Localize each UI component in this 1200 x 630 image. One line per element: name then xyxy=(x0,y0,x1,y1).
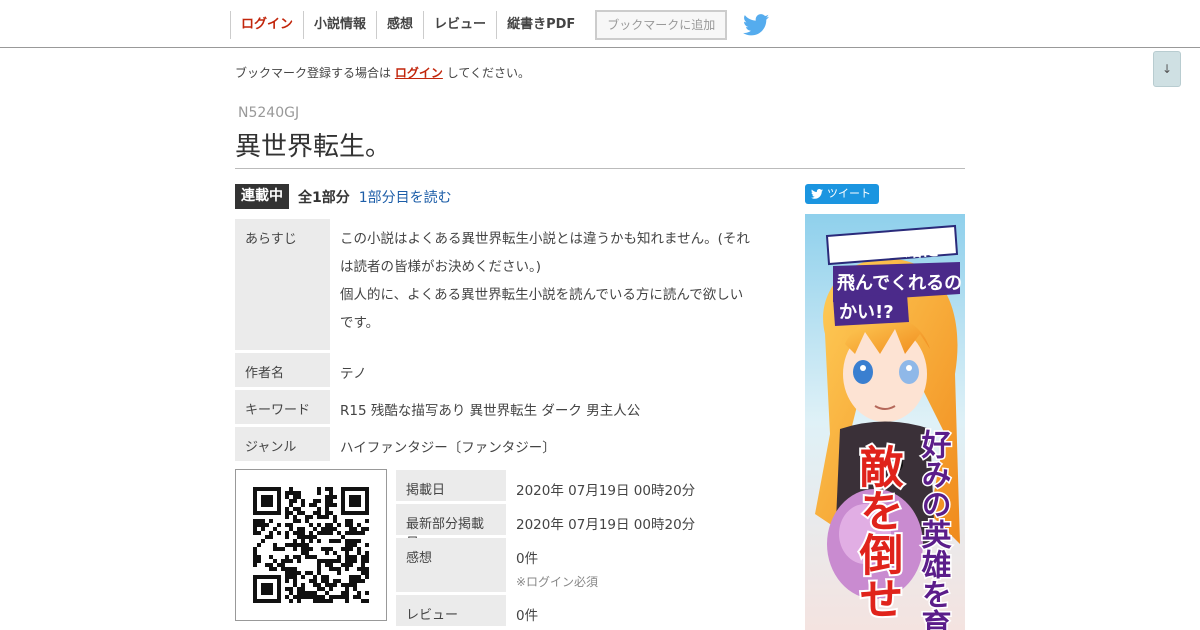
twitter-bird-icon xyxy=(811,189,823,199)
table-row: キーワード R15 残酷な描写あり 異世界転生 ダーク 男主人公 xyxy=(235,390,775,424)
scroll-down-button[interactable]: ↓ xyxy=(1153,51,1181,87)
review-label: レビュー xyxy=(396,595,506,626)
genre-label: ジャンル xyxy=(235,427,330,461)
novel-title: 異世界転生。 xyxy=(235,132,392,162)
advertisement-banner[interactable]: 司令も一緒に 飛んでくれるの かい!? 好みの英雄を育 敵を倒せ xyxy=(805,214,965,630)
notice-text-after: してください。 xyxy=(446,66,530,80)
notice-text-before: ブックマーク登録する場合は xyxy=(235,66,392,80)
summary-line: は読者の皆様がお決めください。) xyxy=(340,259,542,275)
tweet-button[interactable]: ツイート xyxy=(805,184,879,204)
latest-date-label: 最新部分掲載日 xyxy=(396,504,506,551)
genre-value: ハイファンタジー〔ファンタジー〕 xyxy=(340,440,556,456)
status-row: 連載中 全1部分 1部分目を読む xyxy=(235,184,452,209)
table-row: ジャンル ハイファンタジー〔ファンタジー〕 xyxy=(235,427,775,461)
bookmark-login-notice: ブックマーク登録する場合は ログイン してください。 xyxy=(235,64,530,81)
summary-text: この小説はよくある異世界転生小説とは違うかも知れません。(それ は読者の皆様がお… xyxy=(330,219,775,350)
summary-line: 個人的に、よくある異世界転生小説を読んでいる方に読んで欲しい xyxy=(340,287,744,303)
nav-impressions-link[interactable]: 感想 xyxy=(376,11,423,39)
title-divider xyxy=(235,168,965,169)
keyword-label: キーワード xyxy=(235,390,330,424)
table-row: 最新部分掲載日 2020年 07月19日 00時20分 xyxy=(396,504,776,551)
nav-review-link[interactable]: レビュー xyxy=(423,11,496,39)
review-count: 0件 xyxy=(516,608,539,624)
qr-code-image xyxy=(253,487,369,603)
keyword-list: R15 残酷な描写あり 異世界転生 ダーク 男主人公 xyxy=(340,403,641,419)
part-count: 全1部分 xyxy=(298,189,350,206)
summary-line: この小説はよくある異世界転生小説とは違うかも知れません。(それ xyxy=(340,231,750,247)
impressions-value: 0件 ※ログイン必須 xyxy=(506,538,776,592)
add-bookmark-button[interactable]: ブックマークに追加 xyxy=(595,10,728,40)
table-row: 作者名 テノ xyxy=(235,353,775,387)
author-label: 作者名 xyxy=(235,353,330,387)
login-required-note: ※ログイン必須 xyxy=(516,575,599,589)
notice-login-link[interactable]: ログイン xyxy=(395,66,443,80)
summary-label: あらすじ xyxy=(235,219,330,350)
published-date-value: 2020年 07月19日 00時20分 xyxy=(516,483,696,499)
ad-vertical-text-2: 敵を倒せ xyxy=(852,444,905,620)
tweet-label: ツイート xyxy=(827,187,871,200)
table-row: 感想 0件 ※ログイン必須 xyxy=(396,538,776,592)
latest-date-value: 2020年 07月19日 00時20分 xyxy=(516,517,696,533)
impressions-count: 0件 xyxy=(516,551,539,567)
nav-novel-info-link[interactable]: 小説情報 xyxy=(303,11,376,39)
twitter-icon[interactable] xyxy=(743,14,770,36)
published-date-label: 掲載日 xyxy=(396,470,506,501)
summary-line: です。 xyxy=(340,315,380,331)
ncode-label: N5240GJ xyxy=(238,105,300,121)
novel-info-table: あらすじ この小説はよくある異世界転生小説とは違うかも知れません。(それ は読者… xyxy=(235,219,775,464)
ad-vertical-text-1: 好みの英雄を育 xyxy=(916,429,953,630)
nav-login-link[interactable]: ログイン xyxy=(230,11,303,39)
ad-caption-line2: 飛んでくれるの xyxy=(837,273,962,294)
table-row: 掲載日 2020年 07月19日 00時20分 xyxy=(396,470,776,501)
nav-vertical-pdf-link[interactable]: 縦書きPDF xyxy=(496,11,585,39)
status-badge: 連載中 xyxy=(235,184,289,209)
ad-illustration: 司令も一緒に 飛んでくれるの かい!? 好みの英雄を育 敵を倒せ xyxy=(805,214,965,630)
impressions-label: 感想 xyxy=(396,538,506,592)
author-name[interactable]: テノ xyxy=(330,353,775,387)
top-navigation-bar: ログイン 小説情報 感想 レビュー 縦書きPDF ブックマークに追加 xyxy=(0,0,1200,48)
qr-code xyxy=(235,469,387,621)
ad-caption-line3: かい!? xyxy=(839,302,894,323)
nav-menu: ログイン 小説情報 感想 レビュー 縦書きPDF ブックマークに追加 xyxy=(230,10,770,40)
ad-caption-line1: 司令も一緒に xyxy=(837,240,939,261)
publication-info-table: 掲載日 2020年 07月19日 00時20分 最新部分掲載日 2020年 07… xyxy=(396,470,776,629)
table-row: レビュー 0件 xyxy=(396,595,776,626)
read-first-part-link[interactable]: 1部分目を読む xyxy=(359,187,452,207)
table-row: あらすじ この小説はよくある異世界転生小説とは違うかも知れません。(それ は読者… xyxy=(235,219,775,350)
